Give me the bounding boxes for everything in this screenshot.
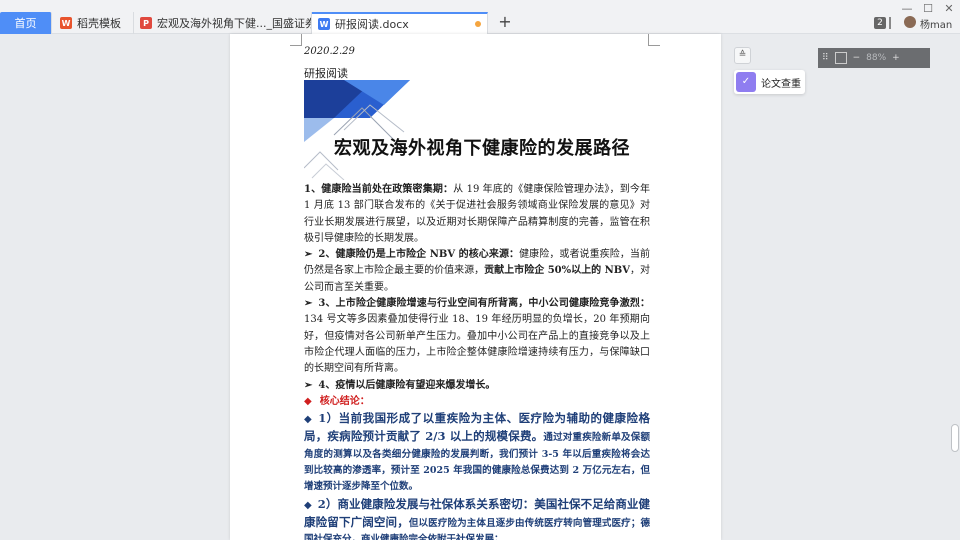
vertical-scrollbar[interactable] (951, 424, 959, 452)
maximize-button[interactable]: ☐ (920, 2, 936, 15)
pdf-icon: P (140, 17, 152, 29)
banner-graphic (304, 80, 410, 180)
layout-icon[interactable] (889, 17, 895, 29)
paragraph: ➢ 2、健康险仍是上市险企 NBV 的核心来源：健康险，或者说重疾险，当前仍然是各… (304, 247, 650, 296)
tab-label: 稻壳模板 (77, 17, 121, 30)
doc-title: 宏观及海外视角下健康险的发展路径 (334, 138, 630, 159)
zoom-out-button[interactable]: − (853, 53, 861, 63)
paragraph-text: 134 号文等多因素叠加使得行业 18、19 年经历明显的负增长，20 年预期向… (304, 314, 650, 375)
paragraph-heading: 1、健康险当前处在政策密集期： (304, 184, 454, 195)
fit-page-icon[interactable] (834, 52, 847, 64)
user-name[interactable]: 杨man (920, 16, 952, 31)
zoom-in-button[interactable]: + (892, 53, 900, 63)
doc-subtitle: 研报阅读 (304, 67, 348, 80)
doc-body: 1、健康险当前处在政策密集期：从 19 年底的《健康保险管理办法》，到今年 1 … (304, 182, 650, 540)
paragraph: ➢ 3、上市险企健康险增速与行业空间有所背离，中小公司健康险竞争激烈： 134 号文… (304, 296, 650, 377)
tab-label: 宏观及海外视角下健..._国盛证券.pdf (157, 17, 311, 30)
margin-corner-mark (290, 34, 302, 46)
plagiarism-check-button[interactable]: ✓ 论文查重 (734, 70, 805, 94)
conclusion-heading: 核心结论： (319, 395, 370, 407)
add-tab-button[interactable]: + (496, 13, 514, 31)
tab-label: 研报阅读.docx (335, 18, 409, 31)
zoom-level[interactable]: 88% (866, 53, 886, 63)
paragraph-heading: 4、疫情以后健康险有望迎来爆发增长。 (318, 379, 496, 391)
diamond-bullet-icon: ◆ (304, 414, 313, 426)
collapse-panel-button[interactable]: ≙ (734, 47, 751, 64)
minimize-button[interactable]: — (899, 2, 915, 15)
avatar[interactable] (904, 16, 916, 28)
doc-icon: W (318, 18, 330, 30)
paragraph: ➢ 4、疫情以后健康险有望迎来爆发增长。 (304, 378, 650, 394)
plagiarism-check-label: 论文查重 (761, 78, 801, 90)
tab-bar: 首页 W 稻壳模板 P 宏观及海外视角下健..._国盛证券.pdf W 研报阅读… (0, 0, 960, 34)
window-count-badge[interactable]: 2 (874, 17, 886, 29)
paragraph-heading: 3、上市险企健康险增速与行业空间有所背离，中小公司健康险竞争激烈： (318, 298, 650, 310)
paragraph-heading: 2、健康险仍是上市险企 NBV 的核心来源： (318, 249, 520, 261)
tab-home-label: 首页 (14, 17, 37, 30)
margin-corner-mark (648, 34, 660, 46)
close-button[interactable]: ✕ (941, 2, 957, 15)
unsaved-dot-icon (475, 21, 481, 27)
paragraph: ◆ 2）商业健康险发展与社保体系关系密切：美国社保不足给商业健康险留下广阔空间，但… (304, 496, 650, 540)
diamond-bullet-icon: ◆ (304, 499, 312, 511)
zoom-toolbar: ⠿ − 88% + (818, 48, 930, 68)
tab-pdf-report[interactable]: P 宏观及海外视角下健..._国盛证券.pdf (134, 12, 312, 34)
paragraph: ◆ 1）当前我国形成了以重疾险为主体、医疗险为辅助的健康险格局，疾病险预计贡献了 … (304, 410, 650, 495)
diamond-bullet-icon: ◆ (304, 395, 312, 407)
drag-handle-icon[interactable]: ⠿ (822, 53, 829, 63)
tab-docer-templates[interactable]: W 稻壳模板 (54, 12, 134, 34)
paragraph-emphasis: 贡献上市险企 50%以上的 NBV (484, 265, 630, 277)
doc-date: 2020.2.29 (304, 46, 355, 57)
arrow-bullet-icon: ➢ (304, 298, 313, 310)
wps-icon: W (60, 17, 72, 29)
document-check-icon: ✓ (736, 72, 756, 92)
tab-home[interactable]: 首页 (0, 12, 52, 34)
tab-docx-active[interactable]: W 研报阅读.docx (312, 12, 488, 34)
document-page[interactable]: 2020.2.29 研报阅读 宏观及海外视角下健康险的发展路径 1、健康险当前处… (230, 34, 721, 540)
arrow-bullet-icon: ➢ (304, 249, 313, 261)
paragraph: ◆ 核心结论： (304, 394, 650, 410)
arrow-bullet-icon: ➢ (304, 379, 313, 391)
paragraph: 1、健康险当前处在政策密集期：从 19 年底的《健康保险管理办法》，到今年 1 … (304, 182, 650, 247)
